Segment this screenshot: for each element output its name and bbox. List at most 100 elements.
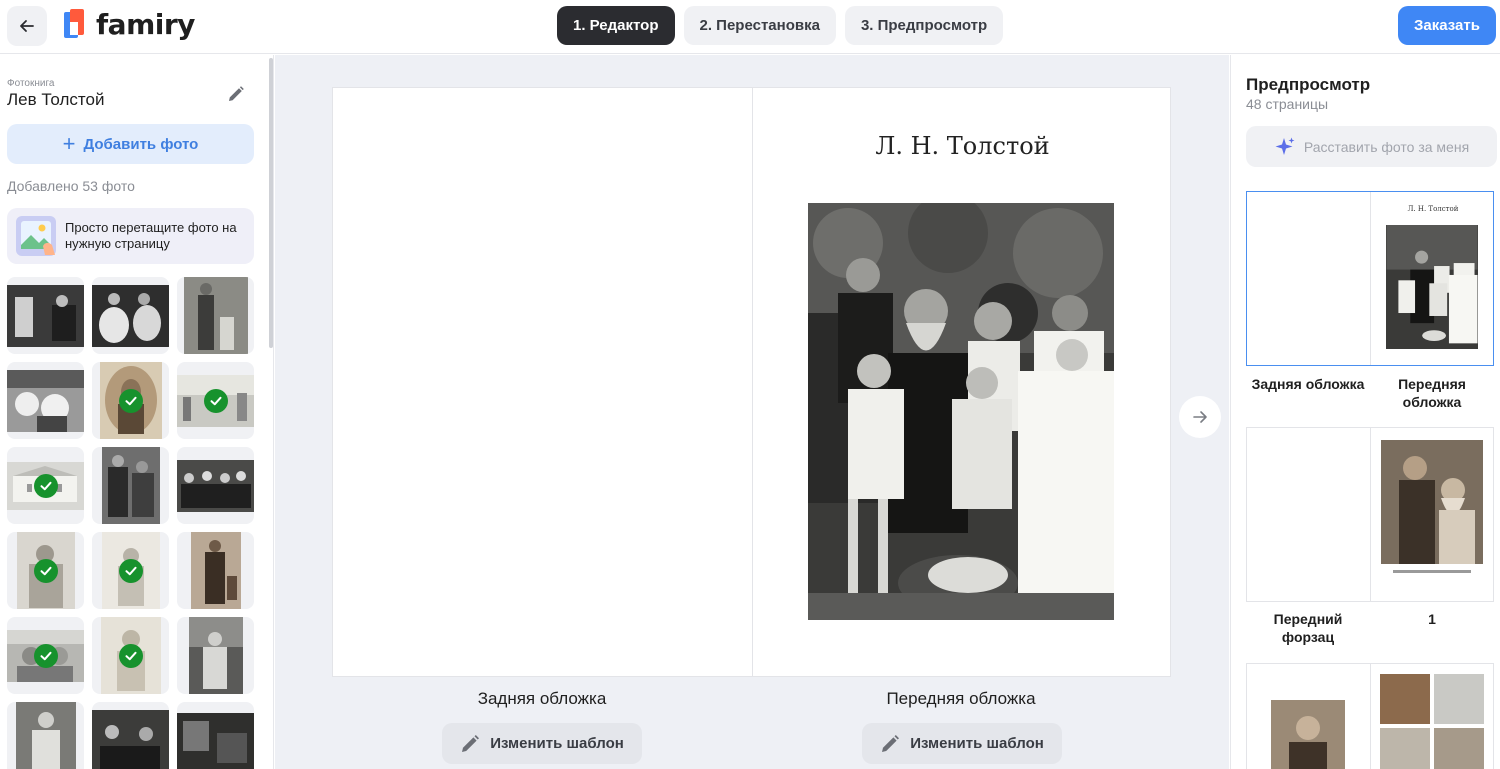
checked-icon [33, 558, 58, 583]
front-cover-label: Передняя обложка [886, 689, 1036, 708]
preview-caption [1393, 570, 1471, 573]
add-photo-label: Добавить фото [83, 135, 199, 153]
tab-editor[interactable]: 1. Редактор [557, 6, 675, 45]
change-template-button-back[interactable]: Изменить шаблон [442, 723, 642, 764]
preview-mini-title: Л. Н. Толстой [1407, 205, 1459, 213]
pencil-icon [882, 734, 900, 752]
preview-endpaper [1247, 428, 1370, 601]
book-kicker: Фотокнига [7, 78, 55, 89]
editor-canvas: Л. Н. Толстой Задняя обложка Передняя об… [275, 55, 1229, 769]
book-title: Лев Толстой [7, 90, 105, 109]
photo-image [92, 709, 169, 769]
photo-image [190, 532, 241, 609]
checked-icon [33, 643, 58, 668]
preview-title: Предпросмотр [1246, 75, 1371, 94]
preview-page-2-photo [1271, 700, 1345, 769]
photo-thumbnail[interactable] [7, 532, 84, 609]
preview-endpaper-label: Передний форзац [1273, 611, 1343, 645]
cover-photo[interactable] [808, 203, 1114, 620]
preview-back-cover-label: Задняя обложка [1251, 376, 1365, 392]
preview-spread-covers[interactable]: Л. Н. Толстой [1246, 191, 1494, 366]
photo-thumbnail[interactable] [92, 447, 169, 524]
photo-image [92, 284, 169, 347]
checked-icon [118, 558, 143, 583]
photo-thumbnail[interactable] [92, 617, 169, 694]
photo-thumbnail[interactable] [177, 277, 254, 354]
grid-photo [1434, 728, 1484, 769]
sidebar-scrollbar[interactable] [269, 58, 273, 348]
photo-thumbnail[interactable] [177, 702, 254, 769]
tab-preview[interactable]: 3. Предпросмотр [844, 6, 1004, 45]
checked-icon [203, 388, 228, 413]
grid-photo [1434, 674, 1484, 724]
photo-thumbnail[interactable] [177, 532, 254, 609]
next-spread-button[interactable] [1179, 396, 1221, 438]
photo-thumbnail[interactable] [92, 362, 169, 439]
checked-icon [118, 388, 143, 413]
arrow-right-icon [1193, 411, 1207, 423]
photo-thumbnail[interactable] [92, 532, 169, 609]
famiry-logo[interactable]: famiry [62, 7, 195, 41]
photo-image [101, 447, 160, 524]
photo-thumbnail[interactable] [7, 362, 84, 439]
preview-fold [1370, 428, 1371, 601]
grid-photo [1380, 728, 1430, 769]
preview-front-cover-label: Передняя обложка [1398, 376, 1466, 410]
photo-thumbnail[interactable] [7, 617, 84, 694]
photo-thumbnail[interactable] [7, 277, 84, 354]
preview-fold [1370, 192, 1371, 365]
change-template-label: Изменить шаблон [910, 735, 1044, 752]
order-button[interactable]: Заказать [1398, 6, 1496, 45]
edit-title-button[interactable] [224, 82, 248, 106]
checked-icon [118, 643, 143, 668]
cover-title[interactable]: Л. Н. Толстой [753, 132, 1172, 160]
photo-thumbnail[interactable] [177, 617, 254, 694]
photo-image [15, 702, 76, 769]
famiry-logo-icon [64, 9, 84, 38]
grid-photo [1380, 674, 1430, 724]
added-photos-count: Добавлено 53 фото [7, 178, 135, 194]
top-bar: famiry 1. Редактор 2. Перестановка 3. Пр… [0, 0, 1500, 54]
portrait-photo-image [1271, 700, 1345, 769]
auto-arrange-label: Расставить фото за меня [1303, 138, 1470, 155]
back-cover-page[interactable] [333, 88, 752, 676]
drag-hint-text: Просто перетащите фото на нужную страниц… [65, 220, 237, 251]
change-template-label: Изменить шаблон [490, 735, 624, 752]
photo-image [188, 617, 243, 694]
photo-thumbnail[interactable] [177, 447, 254, 524]
pencil-icon [229, 86, 244, 101]
tab-rearrange[interactable]: 2. Перестановка [683, 6, 836, 45]
portrait-photo-image [1381, 440, 1483, 564]
auto-arrange-button[interactable]: Расставить фото за меня [1246, 126, 1497, 167]
drag-photo-icon [16, 216, 56, 256]
preview-panel: Предпросмотр 48 страницы Расставить фото… [1230, 55, 1500, 769]
preview-page-3-grid [1380, 674, 1484, 769]
book-spread: Л. Н. Толстой [332, 87, 1171, 677]
family-photo-image [1386, 225, 1478, 349]
family-photo-image [808, 203, 1114, 620]
photo-image [177, 712, 254, 769]
preview-fold [1370, 664, 1371, 769]
back-button[interactable] [7, 6, 47, 46]
sparkle-icon [1275, 137, 1295, 155]
step-tabs: 1. Редактор 2. Перестановка 3. Предпросм… [557, 6, 1004, 45]
add-photo-button[interactable]: + Добавить фото [7, 124, 254, 164]
plus-icon: + [62, 131, 76, 156]
pencil-icon [462, 734, 480, 752]
photo-thumbnail[interactable] [177, 362, 254, 439]
preview-spread-1[interactable] [1246, 427, 1494, 602]
preview-spread-2[interactable] [1246, 663, 1494, 769]
photo-image [7, 369, 84, 432]
checked-icon [33, 473, 58, 498]
preview-page-1-label: 1 [1428, 611, 1436, 627]
change-template-button-front[interactable]: Изменить шаблон [862, 723, 1062, 764]
drag-hint: Просто перетащите фото на нужную страниц… [7, 208, 254, 264]
preview-back-cover [1247, 192, 1370, 365]
preview-page-1-photo [1381, 440, 1483, 564]
photo-thumbnail[interactable] [92, 702, 169, 769]
preview-cover-photo [1386, 225, 1478, 349]
photo-thumbnail[interactable] [92, 277, 169, 354]
photo-image [7, 284, 84, 347]
photo-thumbnail[interactable] [7, 702, 84, 769]
photo-thumbnail[interactable] [7, 447, 84, 524]
